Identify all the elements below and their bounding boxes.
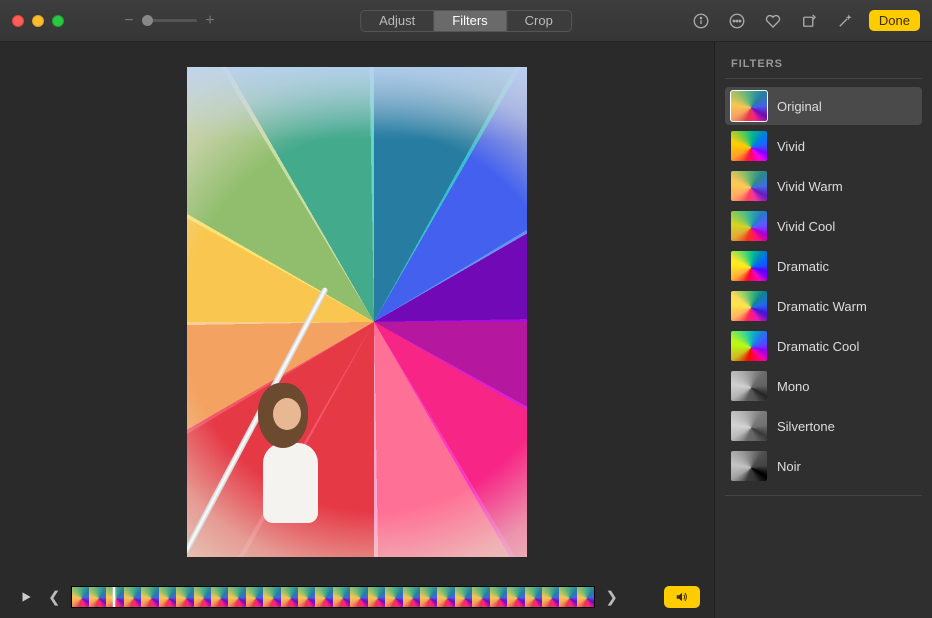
timeline-frame[interactable] (542, 587, 559, 607)
segment-adjust[interactable]: Adjust (361, 11, 434, 31)
volume-button[interactable] (664, 586, 700, 608)
timeline-frame[interactable] (263, 587, 280, 607)
timeline-frame[interactable] (228, 587, 245, 607)
window-controls (12, 15, 64, 27)
timeline-frame[interactable] (577, 587, 594, 607)
timeline-frame[interactable] (89, 587, 106, 607)
close-window-button[interactable] (12, 15, 24, 27)
filter-label: Vivid Cool (777, 219, 835, 234)
filter-thumbnail (731, 371, 767, 401)
timeline-frame[interactable] (455, 587, 472, 607)
filter-item-dramatic[interactable]: Dramatic (725, 247, 922, 285)
edit-mode-segmented-control: Adjust Filters Crop (360, 10, 572, 32)
filter-thumbnail (731, 91, 767, 121)
timeline-frame[interactable] (350, 587, 367, 607)
filter-label: Vivid (777, 139, 805, 154)
segment-crop[interactable]: Crop (507, 11, 571, 31)
fullscreen-window-button[interactable] (52, 15, 64, 27)
content-area: ❮ ❯ FILTERS Original Vivid Vivid Warm Vivid… (0, 42, 932, 618)
done-button[interactable]: Done (869, 10, 920, 31)
filter-item-dramcool[interactable]: Dramatic Cool (725, 327, 922, 365)
timeline-frame[interactable] (72, 587, 89, 607)
filter-list: Original Vivid Vivid Warm Vivid Cool Dramati… (725, 87, 922, 485)
filter-thumbnail (731, 171, 767, 201)
filter-thumbnail (731, 251, 767, 281)
timeline-frame[interactable] (437, 587, 454, 607)
timeline-frame[interactable] (385, 587, 402, 607)
filter-item-dramwarm[interactable]: Dramatic Warm (725, 287, 922, 325)
timeline-frame[interactable] (472, 587, 489, 607)
filter-label: Vivid Warm (777, 179, 843, 194)
filter-label: Noir (777, 459, 801, 474)
trim-start-handle[interactable]: ❮ (46, 588, 63, 606)
filter-label: Dramatic Cool (777, 339, 859, 354)
timeline-frame[interactable] (403, 587, 420, 607)
segment-filters[interactable]: Filters (434, 11, 506, 31)
timeline-frame[interactable] (368, 587, 385, 607)
favorite-heart-icon[interactable] (761, 10, 785, 32)
timeline-frame[interactable] (490, 587, 507, 607)
filter-thumbnail (731, 411, 767, 441)
titlebar: − + Adjust Filters Crop Done (0, 0, 932, 42)
divider (725, 495, 922, 496)
timeline-frame[interactable] (333, 587, 350, 607)
filter-label: Dramatic Warm (777, 299, 867, 314)
filter-item-silver[interactable]: Silvertone (725, 407, 922, 445)
video-timeline[interactable] (71, 586, 596, 608)
timeline-frame[interactable] (194, 587, 211, 607)
timeline-frame[interactable] (420, 587, 437, 607)
timeline-frame[interactable] (246, 587, 263, 607)
person-figure (248, 378, 328, 518)
timeline-frame[interactable] (559, 587, 576, 607)
divider (725, 78, 922, 79)
timeline-frame[interactable] (159, 587, 176, 607)
timeline-frame[interactable] (141, 587, 158, 607)
filter-label: Original (777, 99, 822, 114)
timeline-frame[interactable] (124, 587, 141, 607)
filter-item-vivid[interactable]: Vivid (725, 127, 922, 165)
filter-item-warm[interactable]: Vivid Warm (725, 167, 922, 205)
filter-item-noir[interactable]: Noir (725, 447, 922, 485)
timeline-frame[interactable] (211, 587, 228, 607)
rotate-icon[interactable] (797, 10, 821, 32)
toolbar-right-group: Done (689, 10, 920, 32)
timeline-frame[interactable] (176, 587, 193, 607)
filter-label: Dramatic (777, 259, 829, 274)
timeline-frame[interactable] (507, 587, 524, 607)
timeline-frame[interactable] (315, 587, 332, 607)
filter-thumbnail (731, 291, 767, 321)
info-icon[interactable] (689, 10, 713, 32)
play-button[interactable] (14, 587, 38, 607)
more-icon[interactable] (725, 10, 749, 32)
filter-thumbnail (731, 331, 767, 361)
canvas-area: ❮ ❯ (0, 42, 714, 618)
zoom-thumb[interactable] (142, 15, 153, 26)
filter-label: Silvertone (777, 419, 835, 434)
filter-thumbnail (731, 131, 767, 161)
timeline-frame[interactable] (525, 587, 542, 607)
sidebar-title: FILTERS (731, 58, 922, 70)
video-scrubber-row: ❮ ❯ (0, 582, 714, 618)
filter-item-mono[interactable]: Mono (725, 367, 922, 405)
timeline-frame[interactable] (298, 587, 315, 607)
timeline-frame[interactable] (281, 587, 298, 607)
filter-item-original[interactable]: Original (725, 87, 922, 125)
filter-thumbnail (731, 211, 767, 241)
filter-label: Mono (777, 379, 810, 394)
photo-preview[interactable] (187, 67, 527, 557)
auto-enhance-icon[interactable] (833, 10, 857, 32)
zoom-slider[interactable]: − + (122, 12, 217, 30)
filters-sidebar: FILTERS Original Vivid Vivid Warm Vivid Coo… (714, 42, 932, 618)
filter-thumbnail (731, 451, 767, 481)
minimize-window-button[interactable] (32, 15, 44, 27)
zoom-in-icon[interactable]: + (203, 12, 217, 30)
playhead[interactable] (113, 586, 115, 608)
zoom-track[interactable] (142, 19, 197, 22)
filter-item-cool[interactable]: Vivid Cool (725, 207, 922, 245)
photo-viewport (0, 42, 714, 582)
zoom-out-icon[interactable]: − (122, 12, 136, 30)
trim-end-handle[interactable]: ❯ (603, 588, 620, 606)
